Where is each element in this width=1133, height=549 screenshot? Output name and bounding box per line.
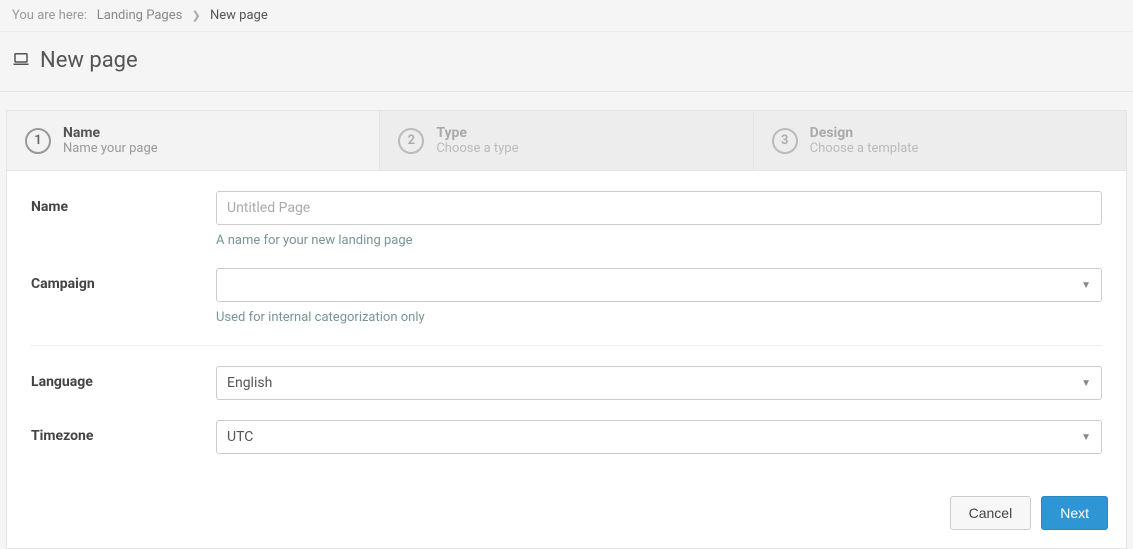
language-value: English <box>227 375 272 391</box>
campaign-help-text: Used for internal categorization only <box>216 310 1102 325</box>
name-input[interactable] <box>216 191 1102 225</box>
breadcrumb-prefix: You are here: <box>12 8 87 23</box>
next-button[interactable]: Next <box>1041 496 1108 530</box>
step-design[interactable]: 3 Design Choose a template <box>754 111 1126 170</box>
wizard-steps: 1 Name Name your page 2 Type Choose a ty… <box>7 111 1126 171</box>
label-language: Language <box>31 366 216 390</box>
breadcrumb: You are here: Landing Pages ❯ New page <box>0 0 1133 32</box>
timezone-select[interactable]: UTC ▼ <box>216 420 1102 454</box>
caret-down-icon: ▼ <box>1081 378 1091 389</box>
step-number-icon: 2 <box>398 128 424 154</box>
campaign-select[interactable]: ▼ <box>216 268 1102 302</box>
breadcrumb-link-landing-pages[interactable]: Landing Pages <box>97 8 183 23</box>
laptop-icon <box>12 50 30 72</box>
step-type[interactable]: 2 Type Choose a type <box>380 111 753 170</box>
step-title: Name <box>63 125 158 141</box>
caret-down-icon: ▼ <box>1081 432 1091 443</box>
wizard-footer: Cancel Next <box>7 482 1126 548</box>
caret-down-icon: ▼ <box>1081 280 1091 291</box>
divider <box>31 345 1102 346</box>
timezone-value: UTC <box>227 429 253 445</box>
step-subtitle: Choose a template <box>810 141 919 156</box>
name-help-text: A name for your new landing page <box>216 233 1102 248</box>
label-campaign: Campaign <box>31 268 216 292</box>
label-name: Name <box>31 191 216 215</box>
step-subtitle: Name your page <box>63 141 158 156</box>
label-timezone: Timezone <box>31 420 216 444</box>
chevron-right-icon: ❯ <box>192 9 201 22</box>
step-number-icon: 1 <box>25 128 51 154</box>
step-name[interactable]: 1 Name Name your page <box>7 111 380 170</box>
breadcrumb-current: New page <box>210 8 268 23</box>
page-title: New page <box>40 48 138 73</box>
cancel-button[interactable]: Cancel <box>950 496 1032 530</box>
language-select[interactable]: English ▼ <box>216 366 1102 400</box>
wizard-panel: 1 Name Name your page 2 Type Choose a ty… <box>6 110 1127 549</box>
step-number-icon: 3 <box>772 128 798 154</box>
step-subtitle: Choose a type <box>436 141 518 156</box>
step-title: Design <box>810 125 919 141</box>
page-header: New page <box>0 32 1133 92</box>
step-title: Type <box>436 125 518 141</box>
